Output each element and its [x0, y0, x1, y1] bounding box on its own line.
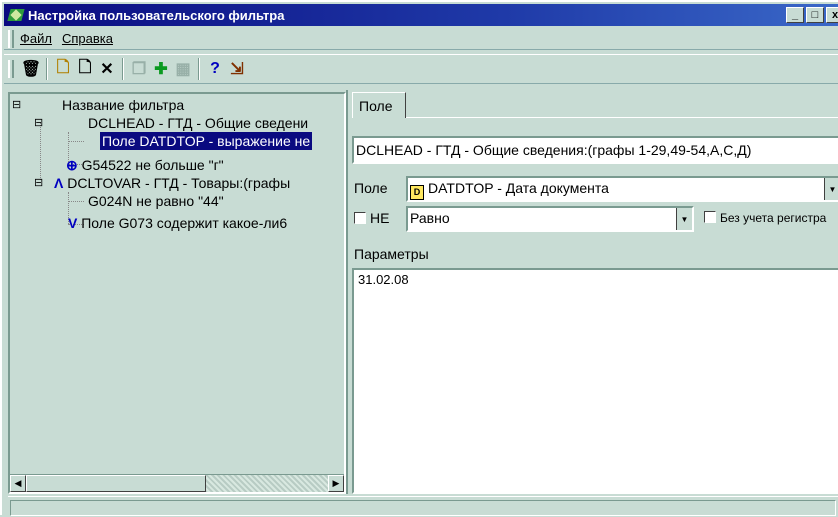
- copy-icon[interactable]: ❐: [128, 58, 150, 80]
- menubar-grip[interactable]: [8, 29, 14, 48]
- and-operator-icon: Λ: [54, 175, 64, 191]
- help-icon[interactable]: ?: [204, 58, 226, 80]
- collapse-icon[interactable]: ⊟: [34, 174, 43, 192]
- scroll-right-icon[interactable]: ▶: [328, 475, 344, 492]
- tree-node-datdtop-selected[interactable]: Поле DATDTOP - выражение не: [100, 132, 313, 150]
- menu-help[interactable]: Справка: [62, 31, 113, 46]
- field-select[interactable]: D DATDTOP - Дата документа ▼: [406, 176, 838, 202]
- plus-operator-icon: ⊕: [66, 157, 78, 173]
- close-button[interactable]: x: [826, 7, 838, 23]
- not-checkbox[interactable]: НЕ: [354, 210, 389, 226]
- tree-node-g54522-label: G54522 не больше "г": [81, 157, 224, 173]
- grid-icon[interactable]: ▦: [172, 58, 194, 80]
- toolbar-separator: [198, 58, 200, 80]
- main-window: Настройка пользовательского фильтра _ □ …: [0, 0, 838, 517]
- chevron-down-icon[interactable]: ▼: [824, 178, 838, 200]
- table-field[interactable]: DCLHEAD - ГТД - Общие сведения:(графы 1-…: [352, 136, 838, 164]
- new-document-icon[interactable]: 🗋: [74, 58, 96, 80]
- minimize-button[interactable]: _: [786, 7, 804, 23]
- filter-tree-panel: ⊟ Название фильтра ⊟ DCLHEAD - ГТД - Общ…: [8, 92, 346, 494]
- toolbar: 🗑 🗋 🗋 ✕ ❐ ✚ ▦ ? ⇲: [4, 54, 838, 84]
- tree-node-g54522[interactable]: ⊕ G54522 не больше "г": [66, 156, 224, 174]
- toolbar-grip[interactable]: [8, 60, 14, 78]
- scroll-thumb[interactable]: [26, 475, 206, 492]
- document-icon: D: [410, 185, 424, 200]
- tree-root[interactable]: Название фильтра: [62, 96, 184, 114]
- case-checkbox-box[interactable]: [704, 211, 716, 223]
- add-icon[interactable]: ✚: [150, 58, 172, 80]
- tab-divider: [406, 117, 838, 118]
- trash-icon[interactable]: 🗑: [20, 58, 42, 80]
- field-label: Поле: [354, 180, 388, 196]
- tree-node-g073[interactable]: V Поле G073 содержит какое-ли6: [68, 214, 287, 232]
- not-checkbox-label: НЕ: [370, 210, 390, 226]
- not-checkbox-box[interactable]: [354, 212, 366, 224]
- status-pane: [10, 500, 836, 516]
- window-title: Настройка пользовательского фильтра: [28, 7, 285, 23]
- params-label: Параметры: [354, 246, 429, 262]
- case-checkbox-label: Без учета регистра: [720, 211, 827, 225]
- new-group-icon[interactable]: 🗋: [52, 58, 74, 80]
- menu-file[interactable]: Файл: [20, 31, 52, 46]
- menu-bar: Файл Справка: [4, 28, 838, 50]
- collapse-icon[interactable]: ⊟: [12, 96, 21, 114]
- case-insensitive-checkbox[interactable]: Без учета регистра: [704, 211, 826, 225]
- chevron-down-icon[interactable]: ▼: [676, 208, 692, 230]
- field-select-value: DATDTOP - Дата документа: [428, 180, 609, 196]
- maximize-button[interactable]: □: [806, 7, 824, 23]
- app-icon: [8, 7, 24, 23]
- or-operator-icon: V: [68, 215, 78, 231]
- operator-select-value: Равно: [410, 210, 450, 226]
- menu-file-label: Файл: [20, 31, 52, 46]
- tab-field[interactable]: Поле: [352, 92, 406, 118]
- filter-tree[interactable]: ⊟ Название фильтра ⊟ DCLHEAD - ГТД - Общ…: [10, 94, 344, 474]
- tree-node-g073-label: Поле G073 содержит какое-ли6: [81, 215, 288, 231]
- toolbar-separator: [46, 58, 48, 80]
- exit-icon[interactable]: ⇲: [226, 58, 248, 80]
- menu-help-label: Справка: [61, 31, 113, 46]
- toolbar-separator: [122, 58, 124, 80]
- scroll-left-icon[interactable]: ◀: [10, 475, 26, 492]
- collapse-icon[interactable]: ⊟: [34, 114, 43, 132]
- tree-node-dcltovar[interactable]: Λ DCLTOVAR - ГТД - Товары:(графы: [54, 174, 290, 192]
- tree-node-dcltovar-label: DCLTOVAR - ГТД - Товары:(графы: [67, 175, 291, 191]
- params-textarea[interactable]: 31.02.08: [352, 268, 838, 494]
- operator-select[interactable]: Равно ▼: [406, 206, 694, 232]
- status-bar: [8, 496, 838, 517]
- tree-node-dclhead[interactable]: DCLHEAD - ГТД - Общие сведени: [88, 114, 308, 132]
- title-bar: Настройка пользовательского фильтра _ □ …: [4, 4, 838, 26]
- tree-node-g024n[interactable]: G024N не равно "44": [88, 192, 224, 210]
- horizontal-scrollbar[interactable]: ◀ ▶: [10, 474, 344, 492]
- field-settings-panel: Поле DCLHEAD - ГТД - Общие сведения:(гра…: [346, 90, 838, 494]
- delete-x-icon[interactable]: ✕: [96, 58, 118, 80]
